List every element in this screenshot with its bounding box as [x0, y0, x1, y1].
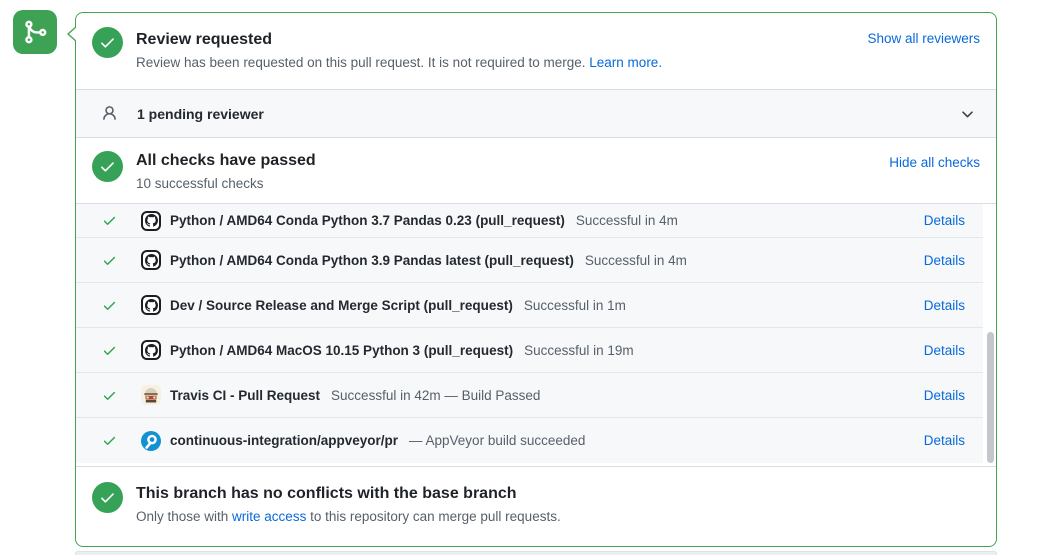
- check-success-icon: [102, 213, 117, 228]
- check-status: Successful in 42m — Build Passed: [331, 388, 540, 403]
- check-app-icon-slot: [141, 431, 161, 451]
- check-name: continuous-integration/appveyor/pr: [170, 433, 398, 448]
- github-actions-icon: [141, 211, 161, 231]
- review-requested-description: Review has been requested on this pull r…: [136, 53, 867, 73]
- hide-all-checks-link[interactable]: Hide all checks: [889, 155, 980, 170]
- success-circle-icon: [92, 151, 123, 182]
- check-row: Python / AMD64 Conda Python 3.9 Pandas l…: [76, 238, 983, 283]
- show-all-reviewers-link[interactable]: Show all reviewers: [867, 31, 980, 46]
- github-actions-icon: [141, 295, 161, 315]
- success-circle-icon: [92, 482, 123, 513]
- check-details-link[interactable]: Details: [924, 213, 965, 228]
- check-row: Dev / Source Release and Merge Script (p…: [76, 283, 983, 328]
- git-merge-icon: [22, 19, 48, 45]
- check-details-link[interactable]: Details: [924, 433, 965, 448]
- github-actions-icon: [141, 250, 161, 270]
- check-success-icon: [102, 298, 117, 313]
- checks-passed-subtitle: 10 successful checks: [136, 174, 889, 194]
- check-row: continuous-integration/appveyor/pr — App…: [76, 418, 983, 463]
- checks-summary-section: All checks have passed 10 successful che…: [76, 138, 996, 203]
- person-icon: [101, 105, 118, 122]
- check-name: Python / AMD64 MacOS 10.15 Python 3 (pul…: [170, 343, 513, 358]
- git-merge-avatar: [13, 10, 57, 54]
- checks-list: Python / AMD64 Conda Python 3.7 Pandas 0…: [76, 204, 996, 463]
- check-status: Successful in 4m: [585, 253, 687, 268]
- check-name: Dev / Source Release and Merge Script (p…: [170, 298, 513, 313]
- write-access-link[interactable]: write access: [232, 509, 306, 524]
- check-success-icon: [102, 253, 117, 268]
- review-requested-section: Review requested Review has been request…: [76, 13, 996, 89]
- check-name: Python / AMD64 Conda Python 3.7 Pandas 0…: [170, 213, 565, 228]
- check-row: Travis CI - Pull Request Successful in 4…: [76, 373, 983, 418]
- next-timeline-item-edge: [75, 551, 997, 555]
- check-app-icon-slot: [141, 295, 161, 315]
- check-app-icon-slot: [141, 340, 161, 360]
- merge-status-box: Review requested Review has been request…: [75, 12, 997, 547]
- check-details-link[interactable]: Details: [924, 388, 965, 403]
- pending-reviewer-row[interactable]: 1 pending reviewer: [76, 89, 996, 138]
- check-success-icon: [102, 388, 117, 403]
- learn-more-link[interactable]: Learn more.: [589, 55, 662, 70]
- check-row: Python / AMD64 MacOS 10.15 Python 3 (pul…: [76, 328, 983, 373]
- merge-conflicts-section: This branch has no conflicts with the ba…: [76, 467, 996, 547]
- check-app-icon-slot: [141, 250, 161, 270]
- check-success-icon: [102, 343, 117, 358]
- check-row: Python / AMD64 Conda Python 3.7 Pandas 0…: [76, 204, 983, 238]
- check-details-link[interactable]: Details: [924, 253, 965, 268]
- pull-request-merge-area: Review requested Review has been request…: [0, 0, 1043, 555]
- checks-passed-title: All checks have passed: [136, 151, 889, 171]
- no-conflicts-subtitle: Only those with write access to this rep…: [136, 507, 561, 527]
- check-status: Successful in 4m: [576, 213, 678, 228]
- success-circle-icon: [92, 27, 123, 58]
- review-requested-title: Review requested: [136, 29, 867, 51]
- checks-list-viewport: Python / AMD64 Conda Python 3.7 Pandas 0…: [76, 203, 996, 467]
- checks-scrollbar-thumb[interactable]: [987, 332, 994, 463]
- check-name: Python / AMD64 Conda Python 3.9 Pandas l…: [170, 253, 574, 268]
- travis-ci-icon: [141, 385, 161, 405]
- check-app-icon-slot: [141, 385, 161, 405]
- check-status: — AppVeyor build succeeded: [409, 433, 585, 448]
- no-conflicts-title: This branch has no conflicts with the ba…: [136, 483, 561, 505]
- check-success-icon: [102, 433, 117, 448]
- github-actions-icon: [141, 340, 161, 360]
- check-status: Successful in 19m: [524, 343, 634, 358]
- check-details-link[interactable]: Details: [924, 343, 965, 358]
- check-app-icon-slot: [141, 211, 161, 231]
- check-name: Travis CI - Pull Request: [170, 388, 320, 403]
- chevron-down-icon[interactable]: [959, 105, 976, 122]
- check-status: Successful in 1m: [524, 298, 626, 313]
- appveyor-icon: [141, 431, 161, 451]
- check-details-link[interactable]: Details: [924, 298, 965, 313]
- pending-reviewer-label: 1 pending reviewer: [137, 106, 264, 122]
